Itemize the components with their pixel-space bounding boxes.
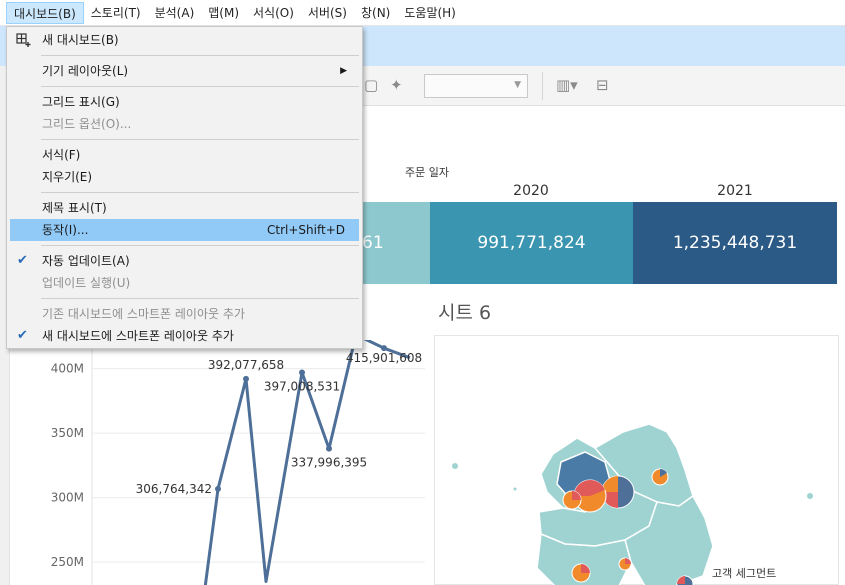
data-point[interactable]	[215, 485, 221, 492]
data-label: 306,764,342	[136, 482, 212, 496]
menu-separator	[41, 86, 359, 87]
presentation-icon[interactable]: ⊟	[596, 76, 609, 94]
value-text: 61	[362, 233, 384, 253]
menu-help[interactable]: 도움말(H)	[397, 2, 463, 24]
y-tick-label: 350M	[51, 426, 84, 440]
menu-item-new-dashboard[interactable]: 새 대시보드(B)	[10, 29, 359, 51]
value-cell-2021[interactable]: 1,235,448,731	[633, 202, 837, 284]
menu-item-actions[interactable]: 동작(I)... Ctrl+Shift+D	[10, 219, 359, 241]
menu-item-add-phone-layout-new[interactable]: ✔ 새 대시보드에 스마트폰 레이아웃 추가	[10, 325, 359, 347]
sales-line-chart: 400M 350M 300M 250M 306,764,342 392,077,658 3…	[51, 340, 425, 585]
pie-marker-chungcheong[interactable]	[571, 563, 591, 583]
menu-separator	[41, 55, 359, 56]
toolbar-separator	[542, 72, 543, 100]
data-point[interactable]	[326, 445, 332, 452]
y-tick-label: 400M	[51, 362, 84, 376]
menu-dashboard[interactable]: 대시보드(B)	[6, 1, 84, 24]
menu-separator	[41, 298, 359, 299]
menu-item-label: 그리드 표시(G)	[42, 95, 120, 109]
menu-item-label: 새 대시보드에 스마트폰 레이아웃 추가	[42, 329, 234, 343]
checkmark-icon: ✔	[17, 253, 28, 268]
value-text: 1,235,448,731	[672, 233, 798, 253]
menu-item-label: 기존 대시보드에 스마트폰 레이아웃 추가	[42, 307, 245, 321]
menu-item-add-phone-layout-existing: 기존 대시보드에 스마트폰 레이아웃 추가	[10, 303, 359, 325]
menu-item-label: 업데이트 실행(U)	[42, 276, 131, 290]
menu-bar: 대시보드(B) 스토리(T) 분석(A) 맵(M) 서식(O) 서버(S) 창(…	[0, 0, 845, 26]
menu-item-grid-options: 그리드 옵션(O)...	[10, 113, 359, 135]
map-legend-label: 고객 세그먼트	[712, 567, 776, 580]
menu-map[interactable]: 맵(M)	[201, 2, 246, 24]
value-cell-2019[interactable]: 61	[362, 202, 430, 284]
pin-icon[interactable]: ✦	[390, 76, 403, 94]
year-2021-header: 2021	[717, 183, 753, 199]
chevron-down-icon: ▼	[514, 80, 521, 90]
data-label: 397,008,531	[264, 380, 340, 394]
y-tick-label: 250M	[51, 555, 84, 569]
map-island-dot	[452, 463, 458, 469]
data-label: 337,996,395	[291, 456, 367, 470]
menu-server[interactable]: 서버(S)	[301, 2, 354, 24]
menu-item-clear[interactable]: 지우기(E)	[10, 166, 359, 188]
menu-separator	[41, 245, 359, 246]
menu-item-label: 자동 업데이트(A)	[42, 254, 130, 268]
pie-marker-seoul[interactable]	[601, 475, 635, 509]
data-point[interactable]	[243, 375, 249, 382]
menu-format[interactable]: 서식(O)	[246, 2, 301, 24]
show-me-icon[interactable]: ▥▾	[556, 76, 578, 94]
pie-marker-gyeonggi[interactable]	[562, 490, 582, 510]
toolbar-dropdown[interactable]: ▼	[424, 74, 528, 98]
dashboard-menu-dropdown: 새 대시보드(B) 기기 레이아웃(L) ▶ 그리드 표시(G) 그리드 옵션(…	[6, 26, 363, 349]
value-cell-2020[interactable]: 991,771,824	[430, 202, 633, 284]
menu-item-show-grid[interactable]: 그리드 표시(G)	[10, 91, 359, 113]
map-island-dot	[513, 487, 517, 491]
y-tick-label: 300M	[51, 491, 84, 505]
korea-map[interactable]: 고객 세그먼트	[434, 335, 839, 585]
menu-item-auto-update[interactable]: ✔ 자동 업데이트(A)	[10, 250, 359, 272]
new-dashboard-icon	[16, 33, 31, 47]
menu-item-device-layout[interactable]: 기기 레이아웃(L) ▶	[10, 60, 359, 82]
menu-item-label: 기기 레이아웃(L)	[42, 64, 129, 78]
pie-marker-daejeon[interactable]	[618, 557, 632, 571]
year-2020-header: 2020	[513, 183, 549, 199]
order-date-header: 주문 일자	[405, 166, 449, 179]
menu-item-show-title[interactable]: 제목 표시(T)	[10, 197, 359, 219]
pie-marker-gangwon[interactable]	[651, 468, 669, 486]
menu-window[interactable]: 창(N)	[354, 2, 397, 24]
menu-item-label: 제목 표시(T)	[42, 201, 107, 215]
value-text: 991,771,824	[477, 233, 586, 253]
menu-story[interactable]: 스토리(T)	[84, 2, 148, 24]
menu-item-shortcut: Ctrl+Shift+D	[267, 223, 345, 237]
map-island-dot	[807, 493, 813, 499]
menu-item-format[interactable]: 서식(F)	[10, 144, 359, 166]
menu-separator	[41, 139, 359, 140]
menu-item-label: 새 대시보드(B)	[42, 33, 119, 47]
menu-analysis[interactable]: 분석(A)	[148, 2, 202, 24]
menu-item-run-update: 업데이트 실행(U)	[10, 272, 359, 294]
data-label: 415,901,608	[346, 351, 422, 365]
checkmark-icon: ✔	[17, 328, 28, 343]
text-icon[interactable]: ▢	[364, 76, 378, 94]
data-point[interactable]	[299, 369, 305, 376]
data-label: 392,077,658	[208, 358, 284, 372]
menu-item-label: 지우기(E)	[42, 170, 93, 184]
menu-separator	[41, 192, 359, 193]
submenu-arrow-icon: ▶	[340, 66, 347, 76]
sheet6-title: 시트 6	[438, 302, 492, 324]
menu-item-label: 그리드 옵션(O)...	[42, 117, 132, 131]
menu-item-label: 서식(F)	[42, 148, 81, 162]
menu-item-label: 동작(I)...	[42, 223, 89, 237]
